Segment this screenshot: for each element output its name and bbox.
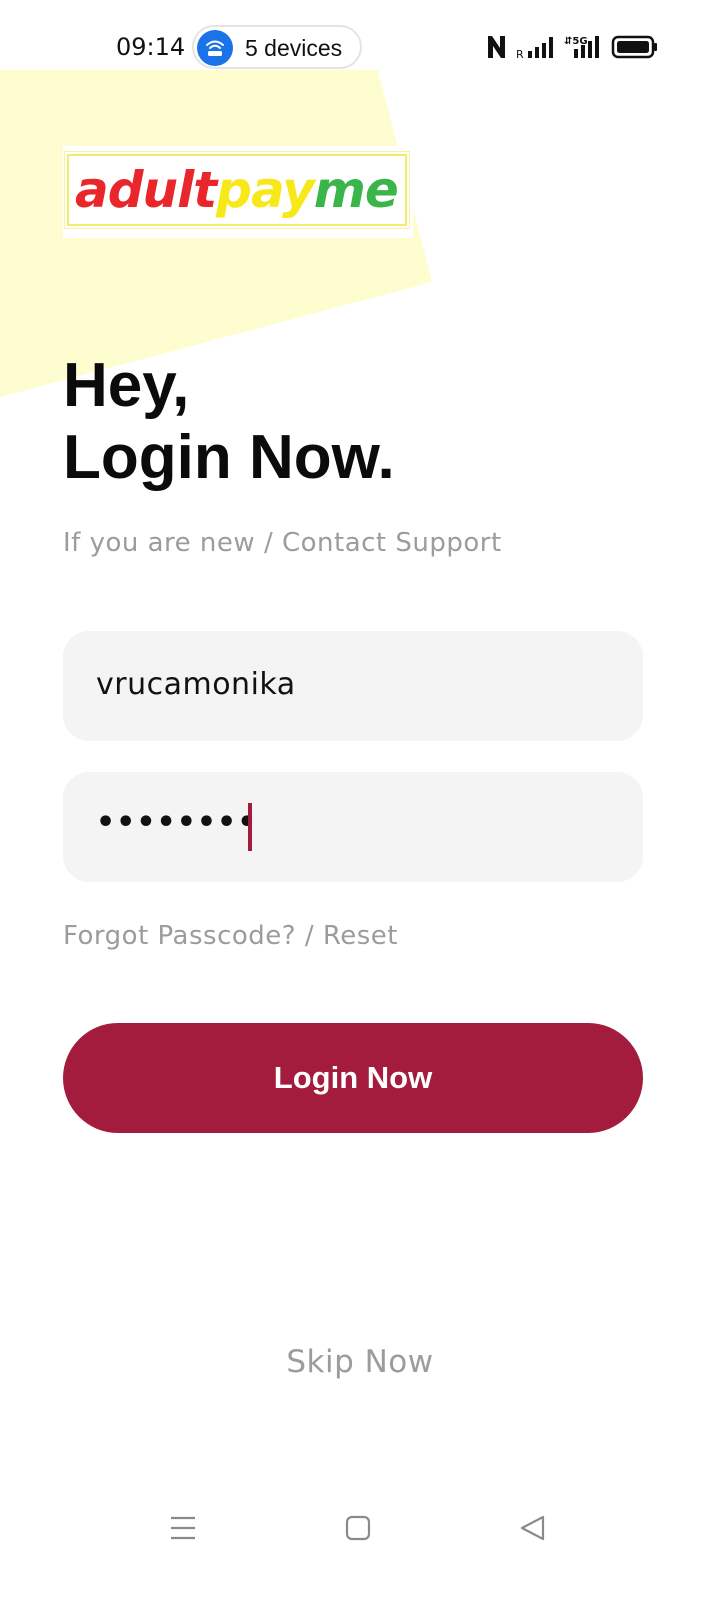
username-value: vrucamonika [96, 667, 296, 702]
password-value: •••••••• [96, 805, 258, 840]
5g-signal-icon: ⇵5G [564, 36, 599, 58]
title-line-2: Login Now. [63, 423, 395, 492]
contact-support-link[interactable]: If you are new / Contact Support [63, 528, 502, 558]
logo-part-me: me [313, 161, 399, 219]
nfc-icon [488, 36, 505, 58]
status-time: 09:14 [116, 33, 186, 61]
status-icons: R ⇵5G [488, 35, 657, 61]
username-input[interactable]: vrucamonika [63, 631, 643, 741]
logo-wordmark: adultpayme [75, 158, 399, 222]
menu-icon[interactable] [163, 1508, 203, 1548]
login-screen: 09:14 5 devices R ⇵5G adultpayme Hey, Lo… [0, 0, 720, 1600]
roaming-signal-icon: R [516, 37, 553, 61]
logo-frame: adultpayme [64, 151, 410, 229]
password-input[interactable]: •••••••• [63, 772, 643, 882]
title-line-1: Hey, [63, 351, 190, 420]
logo-part-pay: pay [216, 161, 315, 219]
login-button[interactable]: Login Now [63, 1023, 643, 1133]
logo-part-adult: adult [75, 161, 217, 219]
forgot-passcode-link[interactable]: Forgot Passcode? / Reset [63, 921, 398, 951]
page-title: Hey, Login Now. [63, 350, 395, 494]
hotspot-indicator[interactable]: 5 devices [192, 25, 362, 69]
brand-logo: adultpayme [63, 146, 413, 238]
text-caret [248, 803, 252, 851]
battery-icon [611, 35, 657, 59]
home-icon[interactable] [338, 1508, 378, 1548]
system-nav-bar [0, 1490, 720, 1560]
back-icon[interactable] [513, 1508, 553, 1548]
hotspot-devices-label: 5 devices [245, 35, 343, 61]
hotspot-icon [197, 30, 233, 66]
skip-now-link[interactable]: Skip Now [0, 1344, 720, 1380]
svg-text:R: R [516, 48, 524, 61]
status-bar: 09:14 5 devices R ⇵5G [0, 0, 720, 96]
